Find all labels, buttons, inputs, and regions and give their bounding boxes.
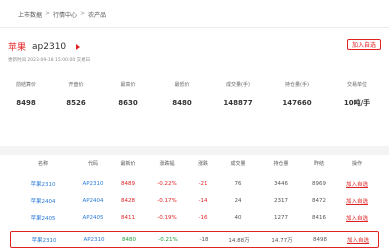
row-add-watchlist-link[interactable]: 加入自选 <box>346 180 368 188</box>
update-time: 更新时间 2023-09-18 15:00:00 交易日 <box>8 58 91 63</box>
stats-row: 前结算价 8498 开盘价 8526 最高价 8630 最低价 8480 成交量… <box>0 82 389 122</box>
col-volume: 成交量 <box>230 161 246 167</box>
breadcrumb-separator: > <box>45 10 51 17</box>
stat-value: 8498 <box>16 99 36 107</box>
row-volume: 24 <box>234 197 242 204</box>
row-name-link[interactable]: 苹果2310 <box>31 180 56 188</box>
row-change-pct: -0.21% <box>158 236 178 243</box>
stat-label: 持仓量(手) <box>285 82 309 88</box>
row-prev-settle: 8498 <box>313 236 327 243</box>
col-code: 代码 <box>87 161 99 167</box>
row-add-watchlist-link[interactable]: 加入自选 <box>346 214 368 222</box>
stat-value: 8526 <box>66 99 86 107</box>
col-change: 涨跌 <box>197 161 209 167</box>
row-add-watchlist-link[interactable]: 加入自选 <box>347 236 369 244</box>
stat-open: 开盘价 8526 <box>50 82 102 108</box>
stat-label: 成交量(手) <box>226 82 250 88</box>
row-change-pct: -0.17% <box>157 197 177 204</box>
row-change: -16 <box>198 214 208 221</box>
stat-value: 8480 <box>172 99 192 107</box>
divider <box>0 27 389 28</box>
table-row-selected[interactable]: 苹果2310 AP2310 8480 -0.21% -18 14.88万 14.… <box>10 231 379 248</box>
row-change-pct: -0.19% <box>157 214 177 221</box>
col-change-pct: 涨跌幅 <box>159 161 175 167</box>
row-volume: 76 <box>234 180 242 187</box>
stat-high: 最高价 8630 <box>102 82 154 108</box>
stat-trade-unit: 交易单位 10吨/手 <box>331 82 383 108</box>
row-code[interactable]: AP2310 <box>82 181 103 187</box>
row-name-link[interactable]: 苹果2404 <box>31 197 56 205</box>
row-change-pct: -0.22% <box>157 180 177 187</box>
table-row[interactable]: 苹果2310 AP2310 8489 -0.22% -21 76 3446 89… <box>0 175 389 192</box>
row-change: -18 <box>199 236 209 243</box>
row-open-interest: 1277 <box>274 214 288 221</box>
breadcrumb-item-market[interactable]: 行情中心 <box>53 10 77 19</box>
row-prev-settle: 8416 <box>312 214 326 221</box>
row-price: 8411 <box>121 214 135 221</box>
col-prev-settle: 昨结 <box>313 161 325 167</box>
row-name-link[interactable]: 苹果2310 <box>32 236 57 244</box>
stat-low: 最低价 8480 <box>156 82 208 108</box>
contract-detail-card: 上市数据 > 行情中心 > 农产品 苹果 ap2310 加入自选 更新时间 20… <box>0 0 389 146</box>
breadcrumb: 上市数据 > 行情中心 > 农产品 <box>18 10 106 19</box>
stat-label: 最高价 <box>120 82 136 88</box>
row-prev-settle: 8969 <box>312 180 326 187</box>
row-open-interest: 14.77万 <box>271 237 293 244</box>
row-volume: 40 <box>234 214 242 221</box>
contract-code: ap2310 <box>32 41 67 52</box>
row-price: 8480 <box>122 236 136 243</box>
row-open-interest: 3446 <box>274 180 288 187</box>
row-change: -21 <box>198 180 208 187</box>
table-header: 名称 代码 最新价 涨跌幅 涨跌 成交量 持仓量 昨结 操作 <box>0 160 389 170</box>
contract-title: 苹果 ap2310 <box>8 40 81 53</box>
row-prev-settle: 8472 <box>312 197 326 204</box>
stat-value: 148877 <box>223 99 253 107</box>
row-price: 8428 <box>121 197 135 204</box>
add-to-watchlist-button[interactable]: 加入自选 <box>346 39 381 50</box>
row-code[interactable]: AP2404 <box>82 198 103 204</box>
stat-value: 147660 <box>282 99 312 107</box>
contract-name: 苹果 <box>8 43 27 53</box>
row-code[interactable]: AP2310 <box>83 237 104 243</box>
row-open-interest: 2317 <box>274 197 288 204</box>
col-price: 最新价 <box>120 161 136 167</box>
stat-value: 8630 <box>118 99 138 107</box>
stat-prev-settle: 前结算价 8498 <box>0 82 52 108</box>
table-row[interactable]: 苹果2405 AP2405 8411 -0.19% -16 40 1277 84… <box>0 209 389 226</box>
row-volume: 14.88万 <box>228 237 250 244</box>
breadcrumb-separator: > <box>80 10 86 17</box>
breadcrumb-item-category[interactable]: 农产品 <box>88 10 106 19</box>
stat-label: 开盘价 <box>68 82 84 88</box>
row-price: 8489 <box>121 180 135 187</box>
row-add-watchlist-link[interactable]: 加入自选 <box>346 197 368 205</box>
stat-label: 前结算价 <box>15 82 36 88</box>
row-change: -14 <box>198 197 208 204</box>
col-open-interest: 持仓量 <box>273 161 289 167</box>
col-action: 操作 <box>351 161 363 167</box>
stat-volume: 成交量(手) 148877 <box>212 82 264 108</box>
stat-open-interest: 持仓量(手) 147660 <box>271 82 323 108</box>
row-code[interactable]: AP2405 <box>82 215 103 221</box>
table-row[interactable]: 苹果2404 AP2404 8428 -0.17% -14 24 2317 84… <box>0 192 389 209</box>
stat-label: 交易单位 <box>346 82 367 88</box>
caret-right-icon[interactable] <box>76 43 81 50</box>
row-name-link[interactable]: 苹果2405 <box>31 214 56 222</box>
col-name: 名称 <box>37 161 49 167</box>
stat-label: 最低价 <box>174 82 190 88</box>
breadcrumb-item-home[interactable]: 上市数据 <box>18 10 42 19</box>
add-to-watchlist-label: 加入自选 <box>351 42 376 49</box>
stat-value: 10吨/手 <box>343 99 371 107</box>
